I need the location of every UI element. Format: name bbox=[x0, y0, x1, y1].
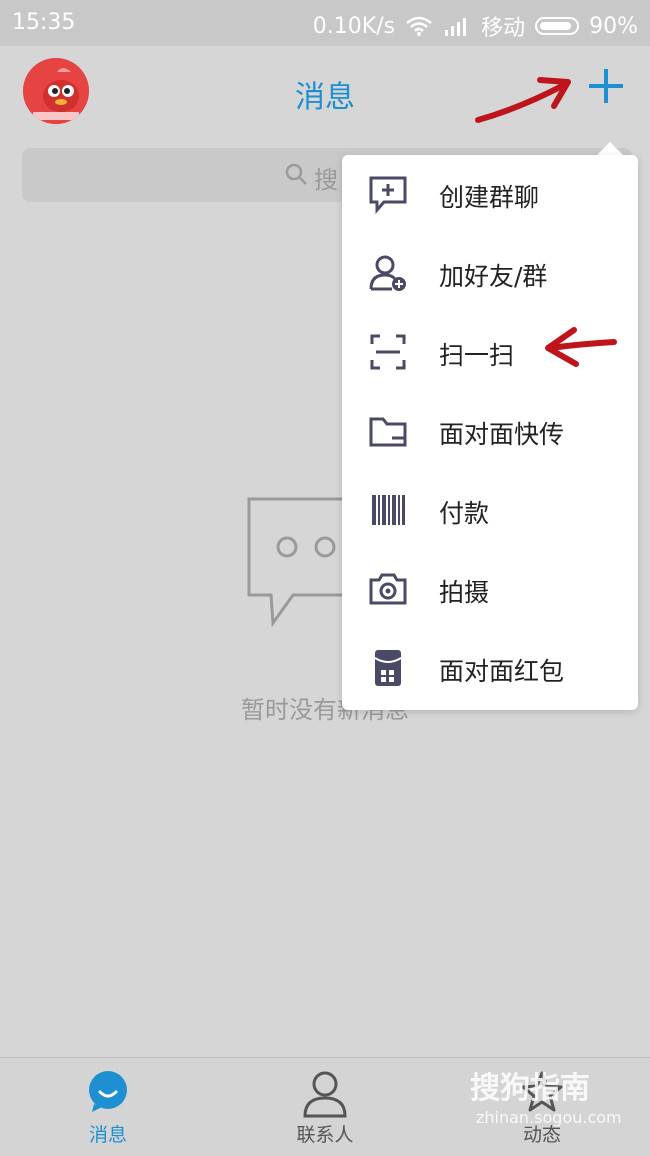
menu-item-label: 扫一扫 bbox=[439, 341, 515, 370]
menu-item-label: 加好友/群 bbox=[439, 262, 548, 291]
watermark-brand: 搜狗指南 bbox=[470, 1071, 590, 1106]
wifi-icon bbox=[406, 16, 432, 36]
tab-label: 联系人 bbox=[296, 1124, 354, 1146]
contact-person-icon bbox=[303, 1071, 347, 1118]
menu-item-label: 面对面红包 bbox=[439, 657, 565, 686]
plus-icon[interactable] bbox=[586, 66, 626, 106]
battery-percent: 90% bbox=[589, 13, 638, 39]
signal-icon bbox=[445, 18, 467, 36]
menu-item-label: 面对面快传 bbox=[439, 420, 565, 449]
battery-icon bbox=[535, 17, 580, 35]
menu-item-face-transfer[interactable]: 面对面快传 bbox=[342, 392, 638, 471]
menu-item-create-group[interactable]: 创建群聊 bbox=[342, 155, 638, 234]
menu-item-label: 创建群聊 bbox=[439, 183, 540, 212]
menu-item-payment[interactable]: 付款 bbox=[342, 471, 638, 550]
network-speed: 0.10K/s bbox=[312, 13, 396, 39]
status-bar: 15:35 0.10K/s 移动 90% bbox=[0, 0, 650, 46]
barcode-payment-icon bbox=[372, 495, 405, 525]
status-time: 15:35 bbox=[12, 10, 76, 35]
menu-item-add-friend[interactable]: 加好友/群 bbox=[342, 234, 638, 313]
tab-messages[interactable]: 消息 bbox=[38, 1058, 178, 1156]
menu-item-red-packet[interactable]: 面对面红包 bbox=[342, 629, 638, 708]
tab-contacts[interactable]: 联系人 bbox=[255, 1058, 395, 1156]
camera-icon bbox=[369, 573, 407, 605]
tab-label: 消息 bbox=[88, 1124, 127, 1146]
red-packet-icon bbox=[374, 650, 402, 686]
scan-icon bbox=[370, 334, 406, 370]
menu-caret bbox=[596, 142, 624, 156]
search-icon bbox=[285, 163, 307, 185]
carrier: 移动 bbox=[481, 16, 526, 41]
watermark-url: zhinan.sogou.com bbox=[476, 1108, 622, 1127]
add-friend-icon bbox=[369, 255, 406, 291]
menu-item-label: 拍摄 bbox=[439, 578, 490, 607]
message-bubble-icon bbox=[89, 1071, 127, 1112]
create-group-chat-icon bbox=[369, 176, 407, 214]
annotation-arrow-icon bbox=[475, 77, 571, 123]
annotation-arrow-icon bbox=[545, 327, 617, 367]
folder-transfer-icon bbox=[369, 417, 407, 447]
search-placeholder: 搜 bbox=[314, 166, 338, 194]
menu-item-label: 付款 bbox=[439, 499, 490, 528]
status-right: 0.10K/s 移动 90% bbox=[313, 10, 638, 42]
menu-item-capture[interactable]: 拍摄 bbox=[342, 550, 638, 629]
plus-dropdown-menu: 创建群聊 加好友/群 扫一扫 面对面快传 付款 拍摄 面对面红包 bbox=[342, 155, 638, 710]
